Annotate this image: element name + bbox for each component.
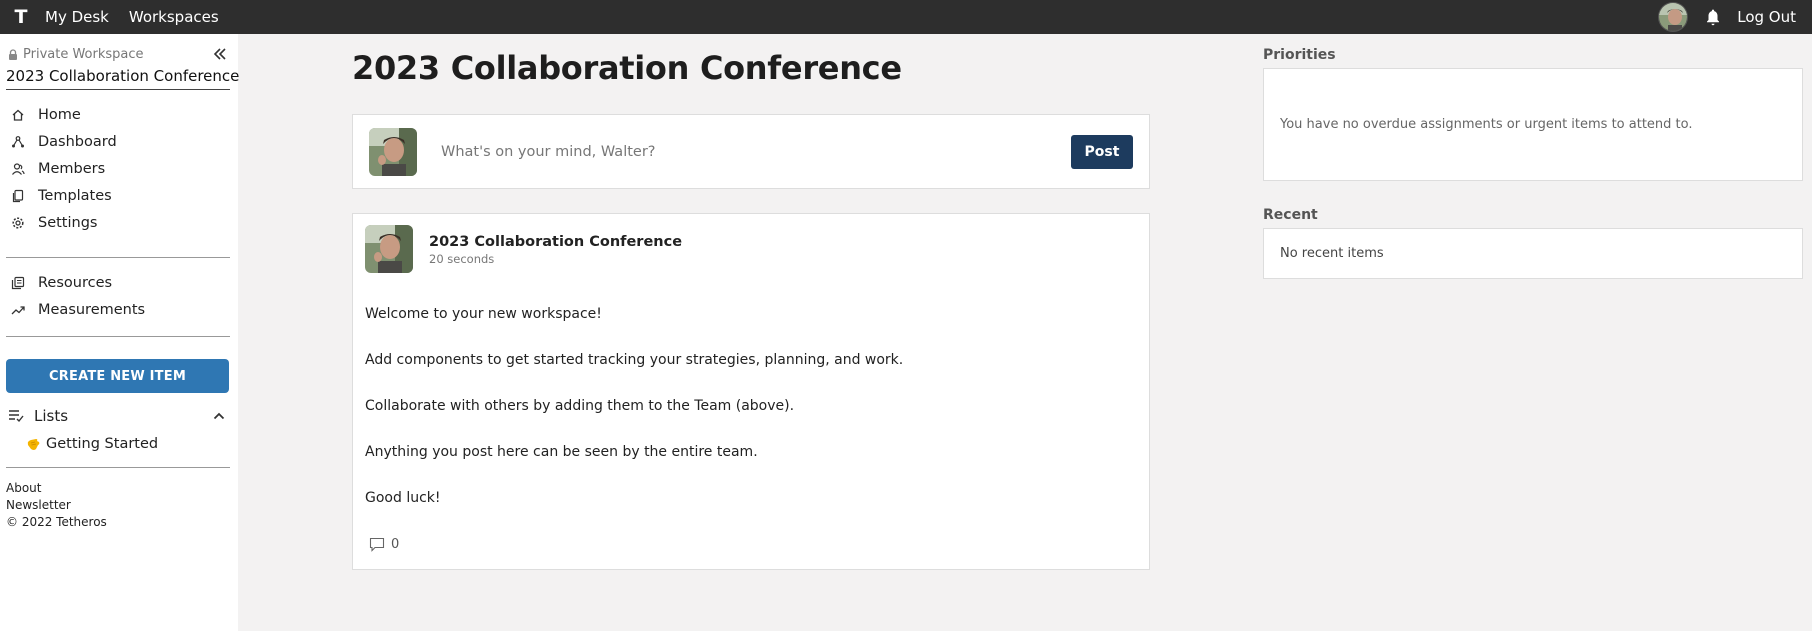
recent-heading: Recent — [1263, 207, 1318, 223]
lock-icon — [9, 48, 17, 60]
post-button[interactable]: Post — [1071, 134, 1133, 169]
sidebar-nav-primary: Home Dashboard Members Templates Setting… — [6, 101, 230, 236]
gear-icon — [12, 216, 24, 229]
priorities-heading: Priorities — [1263, 47, 1336, 63]
sidebar-divider — [6, 467, 230, 468]
resources-icon — [11, 276, 25, 289]
post-paragraph: Welcome to your new workspace! — [365, 306, 602, 322]
lists-heading: Lists — [34, 407, 69, 425]
logout-link[interactable]: Log Out — [1737, 8, 1796, 26]
dashboard-icon — [12, 135, 24, 147]
composer-avatar — [369, 127, 417, 176]
priorities-empty-text: You have no overdue assignments or urgen… — [1280, 117, 1693, 132]
main-content: 2023 Collaboration Conference Post — [352, 34, 1150, 570]
sidebar-item-members[interactable]: Members — [6, 155, 230, 182]
list-item-getting-started[interactable]: Getting Started — [6, 430, 230, 458]
sidebar-item-measurements[interactable]: Measurements — [6, 296, 230, 323]
post-paragraph: Good luck! — [365, 490, 441, 506]
right-column: Priorities You have no overdue assignmen… — [1263, 34, 1803, 279]
bell-icon[interactable] — [1704, 8, 1722, 26]
members-icon — [12, 162, 25, 175]
copyright-text: © 2022 Tetheros — [6, 515, 107, 529]
sidebar-item-templates[interactable]: Templates — [6, 182, 230, 209]
sidebar-item-label: Settings — [38, 214, 98, 231]
sidebar-item-home[interactable]: Home — [6, 101, 230, 128]
collapse-sidebar-icon[interactable] — [212, 46, 228, 62]
priorities-panel: You have no overdue assignments or urgen… — [1263, 68, 1803, 181]
sidebar-item-label: Resources — [38, 274, 113, 291]
sidebar-item-settings[interactable]: Settings — [6, 209, 230, 236]
templates-icon — [12, 189, 24, 202]
sidebar: Private Workspace 2023 Collaboration Con… — [0, 34, 239, 631]
sidebar-nav-secondary: Resources Measurements — [6, 269, 230, 323]
app-logo[interactable]: T — [13, 6, 29, 28]
list-item-label: Getting Started — [46, 436, 159, 452]
playlist-icon — [9, 410, 24, 423]
sidebar-item-label: Home — [38, 106, 81, 123]
page-title: 2023 Collaboration Conference — [352, 49, 902, 87]
nav-my-desk[interactable]: My Desk — [45, 8, 109, 26]
post-timestamp: 20 seconds — [429, 252, 495, 266]
recent-panel: No recent items — [1263, 228, 1803, 279]
post-author-avatar[interactable] — [365, 225, 413, 273]
about-link[interactable]: About — [6, 480, 230, 497]
chevron-up-icon[interactable] — [212, 409, 226, 423]
user-avatar[interactable] — [1658, 2, 1689, 32]
post-body: Welcome to your new workspace! Add compo… — [365, 307, 1137, 537]
sidebar-item-dashboard[interactable]: Dashboard — [6, 128, 230, 155]
nav-workspaces[interactable]: Workspaces — [129, 8, 219, 26]
lists-section-header[interactable]: Lists — [6, 402, 230, 430]
comments-button[interactable]: 0 — [365, 537, 1137, 552]
sidebar-item-label: Templates — [38, 187, 112, 204]
sidebar-item-label: Measurements — [38, 301, 146, 318]
newsletter-link[interactable]: Newsletter — [6, 497, 230, 514]
sidebar-divider — [6, 257, 230, 258]
avatar-image — [365, 225, 413, 273]
post-paragraph: Add components to get started tracking y… — [365, 352, 904, 368]
sidebar-item-label: Members — [38, 160, 106, 177]
post-paragraph: Collaborate with others by adding them t… — [365, 398, 795, 414]
comment-icon — [369, 537, 385, 552]
workspace-name: 2023 Collaboration Conference — [6, 66, 239, 90]
create-new-item-button[interactable]: CREATE NEW ITEM — [6, 359, 229, 393]
workspace-privacy-label: Private Workspace — [23, 46, 144, 62]
workspace-privacy: Private Workspace — [6, 47, 144, 62]
post-paragraph: Anything you post here can be seen by th… — [365, 444, 758, 460]
avatar-image — [369, 127, 417, 176]
sidebar-footer: About Newsletter © 2022 Tetheros — [6, 480, 230, 531]
avatar-image — [1659, 3, 1688, 31]
post-title[interactable]: 2023 Collaboration Conference — [429, 234, 682, 250]
sidebar-divider — [6, 336, 230, 337]
post-header: 2023 Collaboration Conference 20 seconds — [365, 225, 1137, 273]
home-icon — [12, 109, 24, 121]
recent-empty-text: No recent items — [1280, 246, 1384, 261]
trending-up-icon — [11, 305, 25, 314]
sidebar-item-resources[interactable]: Resources — [6, 269, 230, 296]
sidebar-item-label: Dashboard — [38, 133, 117, 150]
comment-count: 0 — [391, 537, 400, 552]
post-input[interactable] — [441, 143, 1071, 160]
post-card: 2023 Collaboration Conference 20 seconds… — [352, 213, 1150, 570]
hand-wave-emoji-icon — [27, 439, 40, 450]
top-navbar: T My Desk Workspaces Log Out — [0, 0, 1812, 34]
post-composer: Post — [352, 114, 1150, 189]
